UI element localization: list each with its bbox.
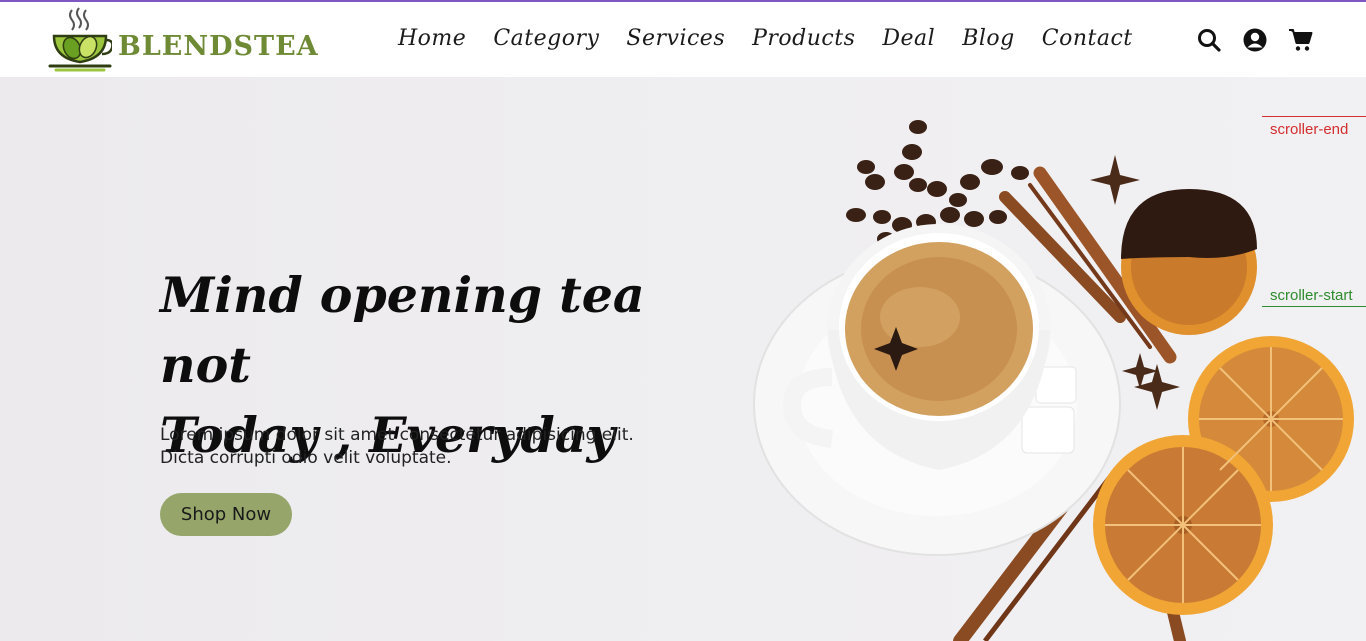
coffee-cup-still-life-image [753, 120, 1354, 641]
nav-home[interactable]: Home [398, 26, 466, 51]
nav-products[interactable]: Products [752, 26, 855, 51]
brand-name: BLENDSTEA [118, 31, 319, 62]
dried-orange-slices [1093, 336, 1354, 615]
hero-headline-line-1: Mind opening tea not [160, 266, 645, 394]
site-header: BLENDSTEA Home Category Services Product… [0, 2, 1366, 77]
scroller-end-marker: scroller-end [1262, 116, 1366, 138]
user-icon[interactable] [1242, 27, 1268, 53]
chocolate-orange-slice [1121, 189, 1257, 335]
nav-blog[interactable]: Blog [962, 26, 1015, 51]
hero-description: Lorem ipsum dolor sit amet consectetur a… [160, 424, 680, 470]
hero-description-line-1: Lorem ipsum dolor sit amet consectetur a… [160, 425, 634, 445]
shop-now-button[interactable]: Shop Now [160, 493, 292, 536]
search-icon[interactable] [1196, 27, 1222, 53]
hero-description-line-2: Dicta corrupti odio velit voluptate. [160, 448, 452, 468]
hero-section: Mind opening tea not Today , Everyday Lo… [0, 77, 1366, 641]
scroller-start-marker: scroller-start [1262, 287, 1366, 307]
nav-deal[interactable]: Deal [882, 26, 935, 51]
cart-icon[interactable] [1288, 27, 1314, 53]
brand-logo[interactable]: BLENDSTEA [48, 6, 319, 72]
header-actions [1196, 27, 1314, 53]
nav-category[interactable]: Category [493, 26, 599, 51]
nav-services[interactable]: Services [626, 26, 725, 51]
tea-cup-leaf-icon [48, 7, 112, 72]
main-navigation: Home Category Services Products Deal Blo… [398, 26, 1133, 51]
nav-contact[interactable]: Contact [1042, 26, 1133, 51]
